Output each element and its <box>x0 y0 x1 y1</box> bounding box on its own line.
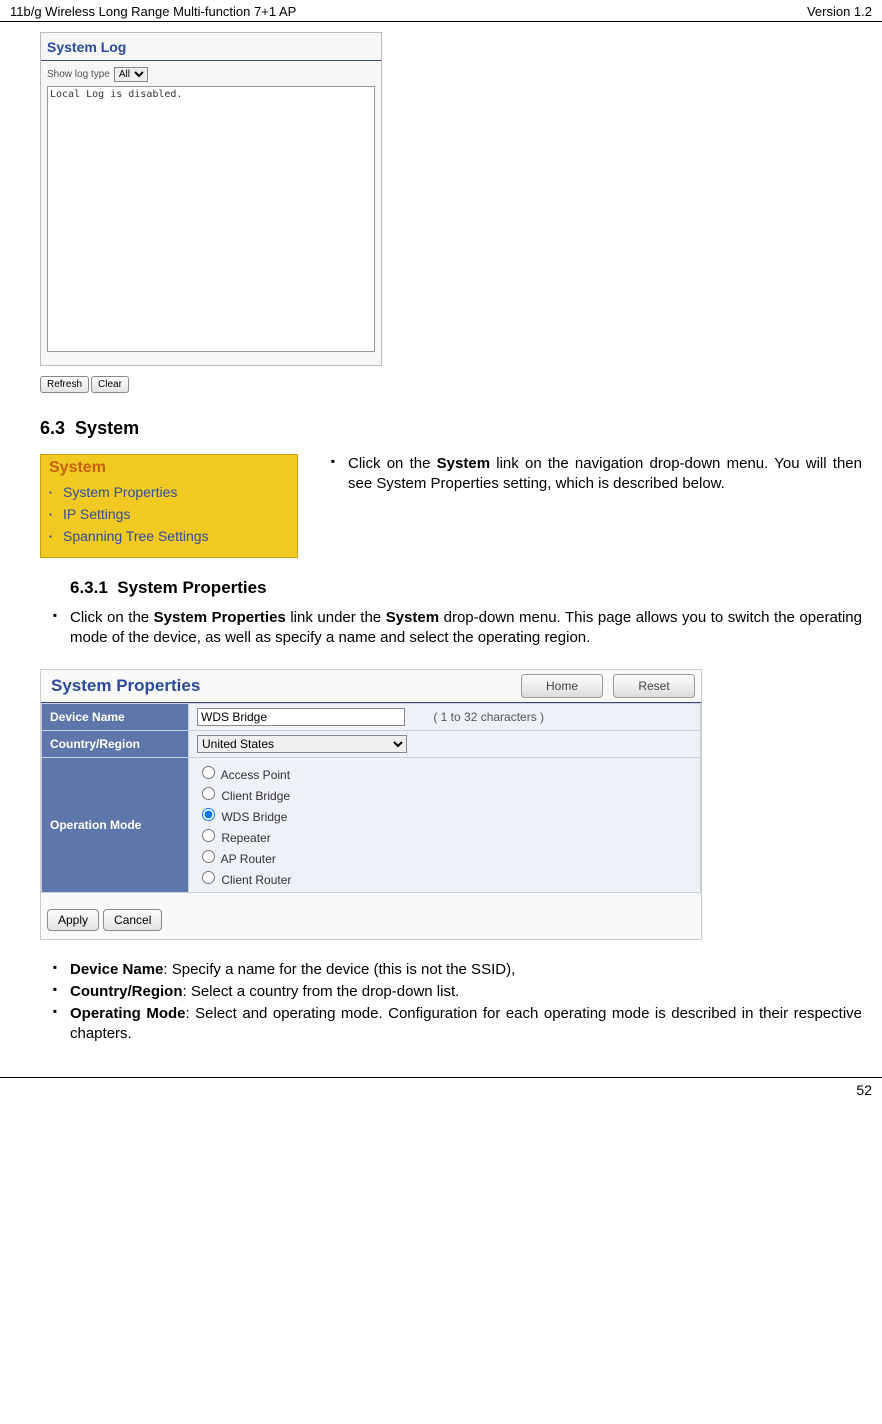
section-6-3-1-heading: 6.3.1 System Properties <box>70 578 862 598</box>
section-title: System <box>75 418 139 438</box>
system-properties-intro: Click on the System Properties link unde… <box>70 608 862 649</box>
device-name-label: Device Name <box>42 703 189 730</box>
subsection-number: 6.3.1 <box>70 578 108 597</box>
page-number: 52 <box>856 1082 872 1098</box>
system-menu-panel: System System Properties IP Settings Spa… <box>40 454 298 558</box>
system-menu-title: System <box>49 459 289 477</box>
bullet-icon: ▪ <box>40 960 70 974</box>
reset-button[interactable]: Reset <box>613 674 695 698</box>
country-select[interactable]: United States <box>197 735 407 753</box>
system-log-title: System Log <box>47 39 126 55</box>
clear-button[interactable]: Clear <box>91 376 129 393</box>
cancel-button[interactable]: Cancel <box>103 909 162 931</box>
operation-mode-radios: Access Point Client Bridge WDS Bridge Re… <box>197 762 692 888</box>
page-header: 11b/g Wireless Long Range Multi-function… <box>0 0 882 22</box>
page-footer: 52 <box>0 1077 882 1102</box>
country-label: Country/Region <box>42 730 189 757</box>
radio-ap-router[interactable] <box>202 850 215 863</box>
radio-label: AP Router <box>221 852 276 866</box>
device-name-input[interactable] <box>197 708 405 726</box>
bullet-icon: ▪ <box>318 454 348 470</box>
system-properties-panel: System Properties Home Reset Device Name… <box>40 669 702 940</box>
radio-repeater[interactable] <box>202 829 215 842</box>
bullet-icon: ▪ <box>40 608 70 622</box>
radio-access-point[interactable] <box>202 766 215 779</box>
radio-label: WDS Bridge <box>221 810 287 824</box>
def-operating-mode: Operating Mode: Select and operating mod… <box>70 1004 862 1045</box>
operation-mode-label: Operation Mode <box>42 757 189 892</box>
def-country-region: Country/Region: Select a country from th… <box>70 982 862 1002</box>
section-number: 6.3 <box>40 418 65 438</box>
radio-wds-bridge[interactable] <box>202 808 215 821</box>
device-name-note: ( 1 to 32 characters ) <box>433 710 544 724</box>
system-log-textarea[interactable]: Local Log is disabled. <box>47 86 375 352</box>
menu-item-ip-settings[interactable]: IP Settings <box>49 503 289 525</box>
radio-label: Access Point <box>221 768 290 782</box>
bullet-icon: ▪ <box>40 982 70 996</box>
header-left: 11b/g Wireless Long Range Multi-function… <box>10 4 296 19</box>
radio-label: Repeater <box>221 831 270 845</box>
radio-client-router[interactable] <box>202 871 215 884</box>
subsection-title: System Properties <box>117 578 266 597</box>
radio-label: Client Router <box>221 873 291 887</box>
def-device-name: Device Name: Specify a name for the devi… <box>70 960 862 980</box>
refresh-button[interactable]: Refresh <box>40 376 89 393</box>
show-log-select[interactable]: All <box>114 67 148 82</box>
sysprops-title: System Properties <box>51 676 200 696</box>
section-6-3-heading: 6.3 System <box>40 418 862 439</box>
radio-client-bridge[interactable] <box>202 787 215 800</box>
radio-label: Client Bridge <box>221 789 290 803</box>
menu-item-spanning-tree[interactable]: Spanning Tree Settings <box>49 525 289 547</box>
bullet-icon: ▪ <box>40 1004 70 1018</box>
menu-item-system-properties[interactable]: System Properties <box>49 481 289 503</box>
home-button[interactable]: Home <box>521 674 603 698</box>
header-right: Version 1.2 <box>807 4 872 19</box>
apply-button[interactable]: Apply <box>47 909 99 931</box>
system-log-panel: System Log Show log type All Local Log i… <box>40 32 382 366</box>
divider <box>41 60 381 61</box>
show-log-label: Show log type <box>47 69 110 80</box>
system-note-text: Click on the System link on the navigati… <box>348 454 862 495</box>
